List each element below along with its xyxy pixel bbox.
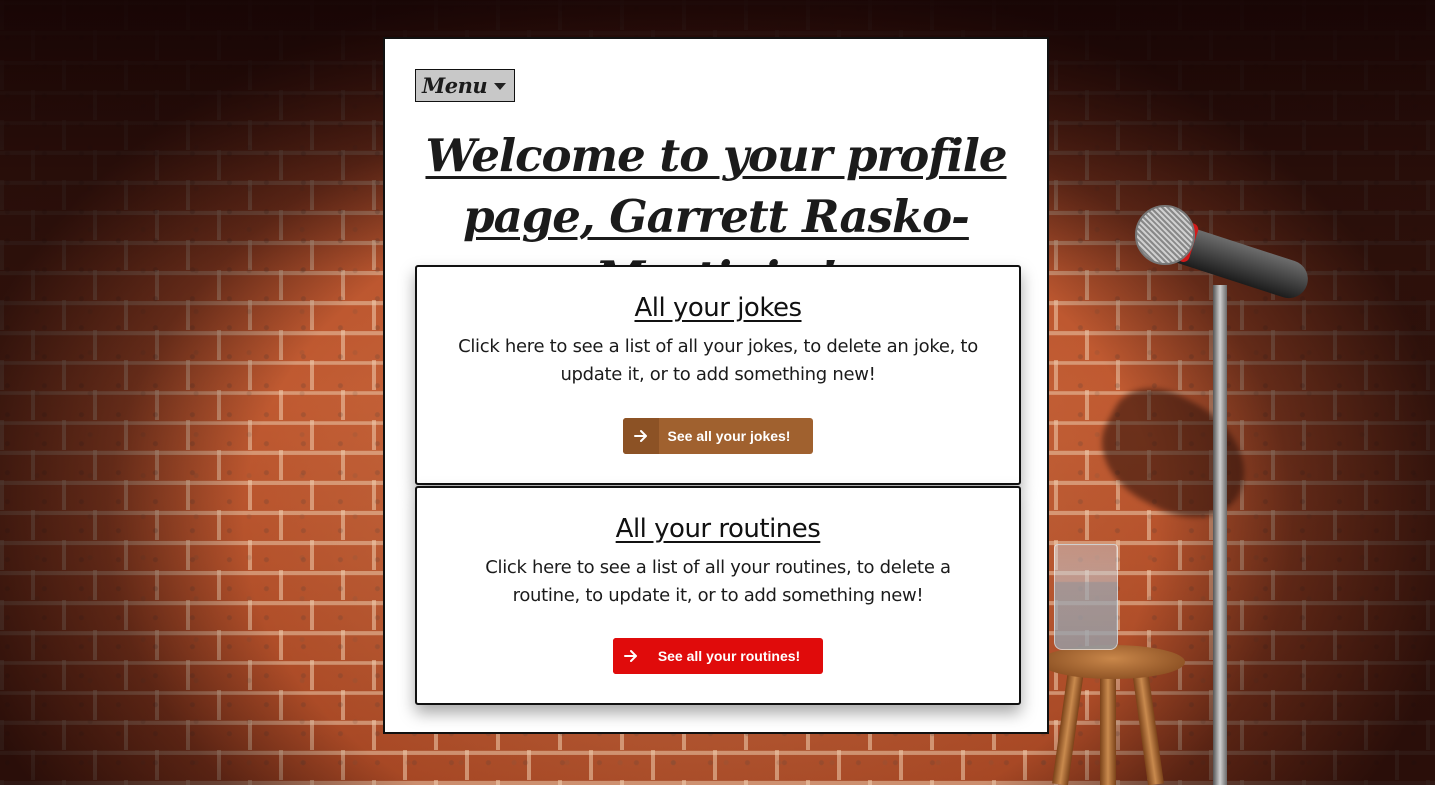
arrow-right-icon — [623, 418, 659, 454]
menu-label: Menu — [422, 73, 488, 98]
see-all-jokes-label: See all your jokes! — [667, 428, 791, 444]
profile-panel: Menu Welcome to your profile page, Garre… — [383, 37, 1049, 734]
routines-card: All your routines Click here to see a li… — [415, 486, 1021, 705]
arrow-right-icon — [613, 638, 649, 674]
routines-card-description: Click here to see a list of all your rou… — [485, 557, 951, 606]
stool-seat — [1040, 645, 1185, 679]
water-glass-image — [1054, 544, 1118, 650]
caret-down-icon — [494, 83, 506, 90]
see-all-routines-label: See all your routines! — [657, 648, 801, 664]
microphone-icon — [1135, 205, 1195, 265]
see-all-routines-button[interactable]: See all your routines! — [613, 638, 823, 674]
jokes-card-description: Click here to see a list of all your jok… — [458, 336, 978, 385]
jokes-card-title: All your jokes — [634, 293, 802, 323]
routines-card-title: All your routines — [615, 514, 821, 544]
mic-stand — [1213, 285, 1227, 785]
jokes-card: All your jokes Click here to see a list … — [415, 265, 1021, 485]
menu-dropdown-button[interactable]: Menu — [415, 69, 515, 102]
see-all-jokes-button[interactable]: See all your jokes! — [623, 418, 813, 454]
stool-leg — [1100, 675, 1116, 785]
